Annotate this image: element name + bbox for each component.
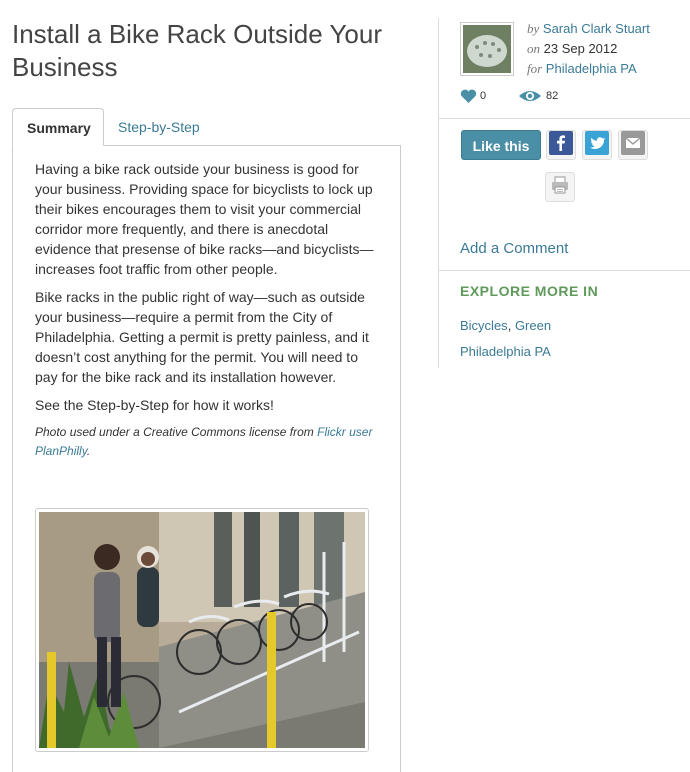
photo-credit-prefix: Photo used under a Creative Commons lice… xyxy=(35,425,318,439)
facebook-icon xyxy=(549,130,573,160)
post-date: 23 Sep 2012 xyxy=(543,41,618,56)
author-location-link[interactable]: Philadelphia PA xyxy=(546,61,637,76)
divider-top xyxy=(438,118,690,119)
heart-icon xyxy=(460,89,477,104)
facebook-share-button[interactable] xyxy=(546,130,576,160)
divider-explore xyxy=(438,270,690,271)
print-icon xyxy=(549,174,571,201)
email-icon xyxy=(621,130,645,160)
for-label: for xyxy=(527,61,543,76)
explore-heading: EXPLORE MORE IN xyxy=(460,283,599,299)
photo-credit: Photo used under a Creative Commons lice… xyxy=(35,423,375,461)
place-link[interactable]: Philadelphia PA xyxy=(460,344,551,359)
tab-bar: Summary Step-by-Step xyxy=(12,108,401,146)
author-meta: by Sarah Clark Stuart on 23 Sep 2012 for… xyxy=(527,19,687,79)
tag-bicycles[interactable]: Bicycles xyxy=(460,318,508,333)
summary-paragraph-3: See the Step-by-Step for how it works! xyxy=(35,397,274,413)
explore-tags: Bicycles, Green Philadelphia PA xyxy=(460,313,551,365)
summary-paragraph-1: Having a bike rack outside your business… xyxy=(35,161,374,277)
page-title: Install a Bike Rack Outside Your Busines… xyxy=(12,19,382,82)
on-label: on xyxy=(527,41,540,56)
photo-credit-suffix: . xyxy=(86,444,91,458)
tag-separator: , xyxy=(507,318,512,333)
bike-rack-image xyxy=(39,512,365,748)
likes-stat: 0 xyxy=(460,86,486,106)
twitter-share-button[interactable] xyxy=(582,130,612,160)
views-count: 82 xyxy=(546,90,559,102)
tab-step-by-step[interactable]: Step-by-Step xyxy=(104,108,214,146)
email-share-button[interactable] xyxy=(618,130,648,160)
tab-summary[interactable]: Summary xyxy=(12,108,104,146)
twitter-icon xyxy=(585,130,609,160)
author-name-link[interactable]: Sarah Clark Stuart xyxy=(543,21,650,36)
views-stat: 82 xyxy=(518,86,558,106)
summary-panel: Having a bike rack outside your business… xyxy=(12,145,401,772)
summary-content: Having a bike rack outside your business… xyxy=(35,159,375,469)
tag-green[interactable]: Green xyxy=(515,318,551,333)
print-button[interactable] xyxy=(545,172,575,202)
by-label: by xyxy=(527,21,540,36)
eye-icon xyxy=(518,89,542,103)
likes-count: 0 xyxy=(480,90,487,102)
summary-paragraph-2: Bike racks in the public right of way—su… xyxy=(35,289,369,385)
author-avatar[interactable] xyxy=(460,22,514,76)
add-comment-link[interactable]: Add a Comment xyxy=(460,240,568,257)
like-button[interactable]: Like this xyxy=(461,130,541,160)
bike-rack-photo xyxy=(35,508,369,752)
sidebar-divider xyxy=(438,18,439,368)
